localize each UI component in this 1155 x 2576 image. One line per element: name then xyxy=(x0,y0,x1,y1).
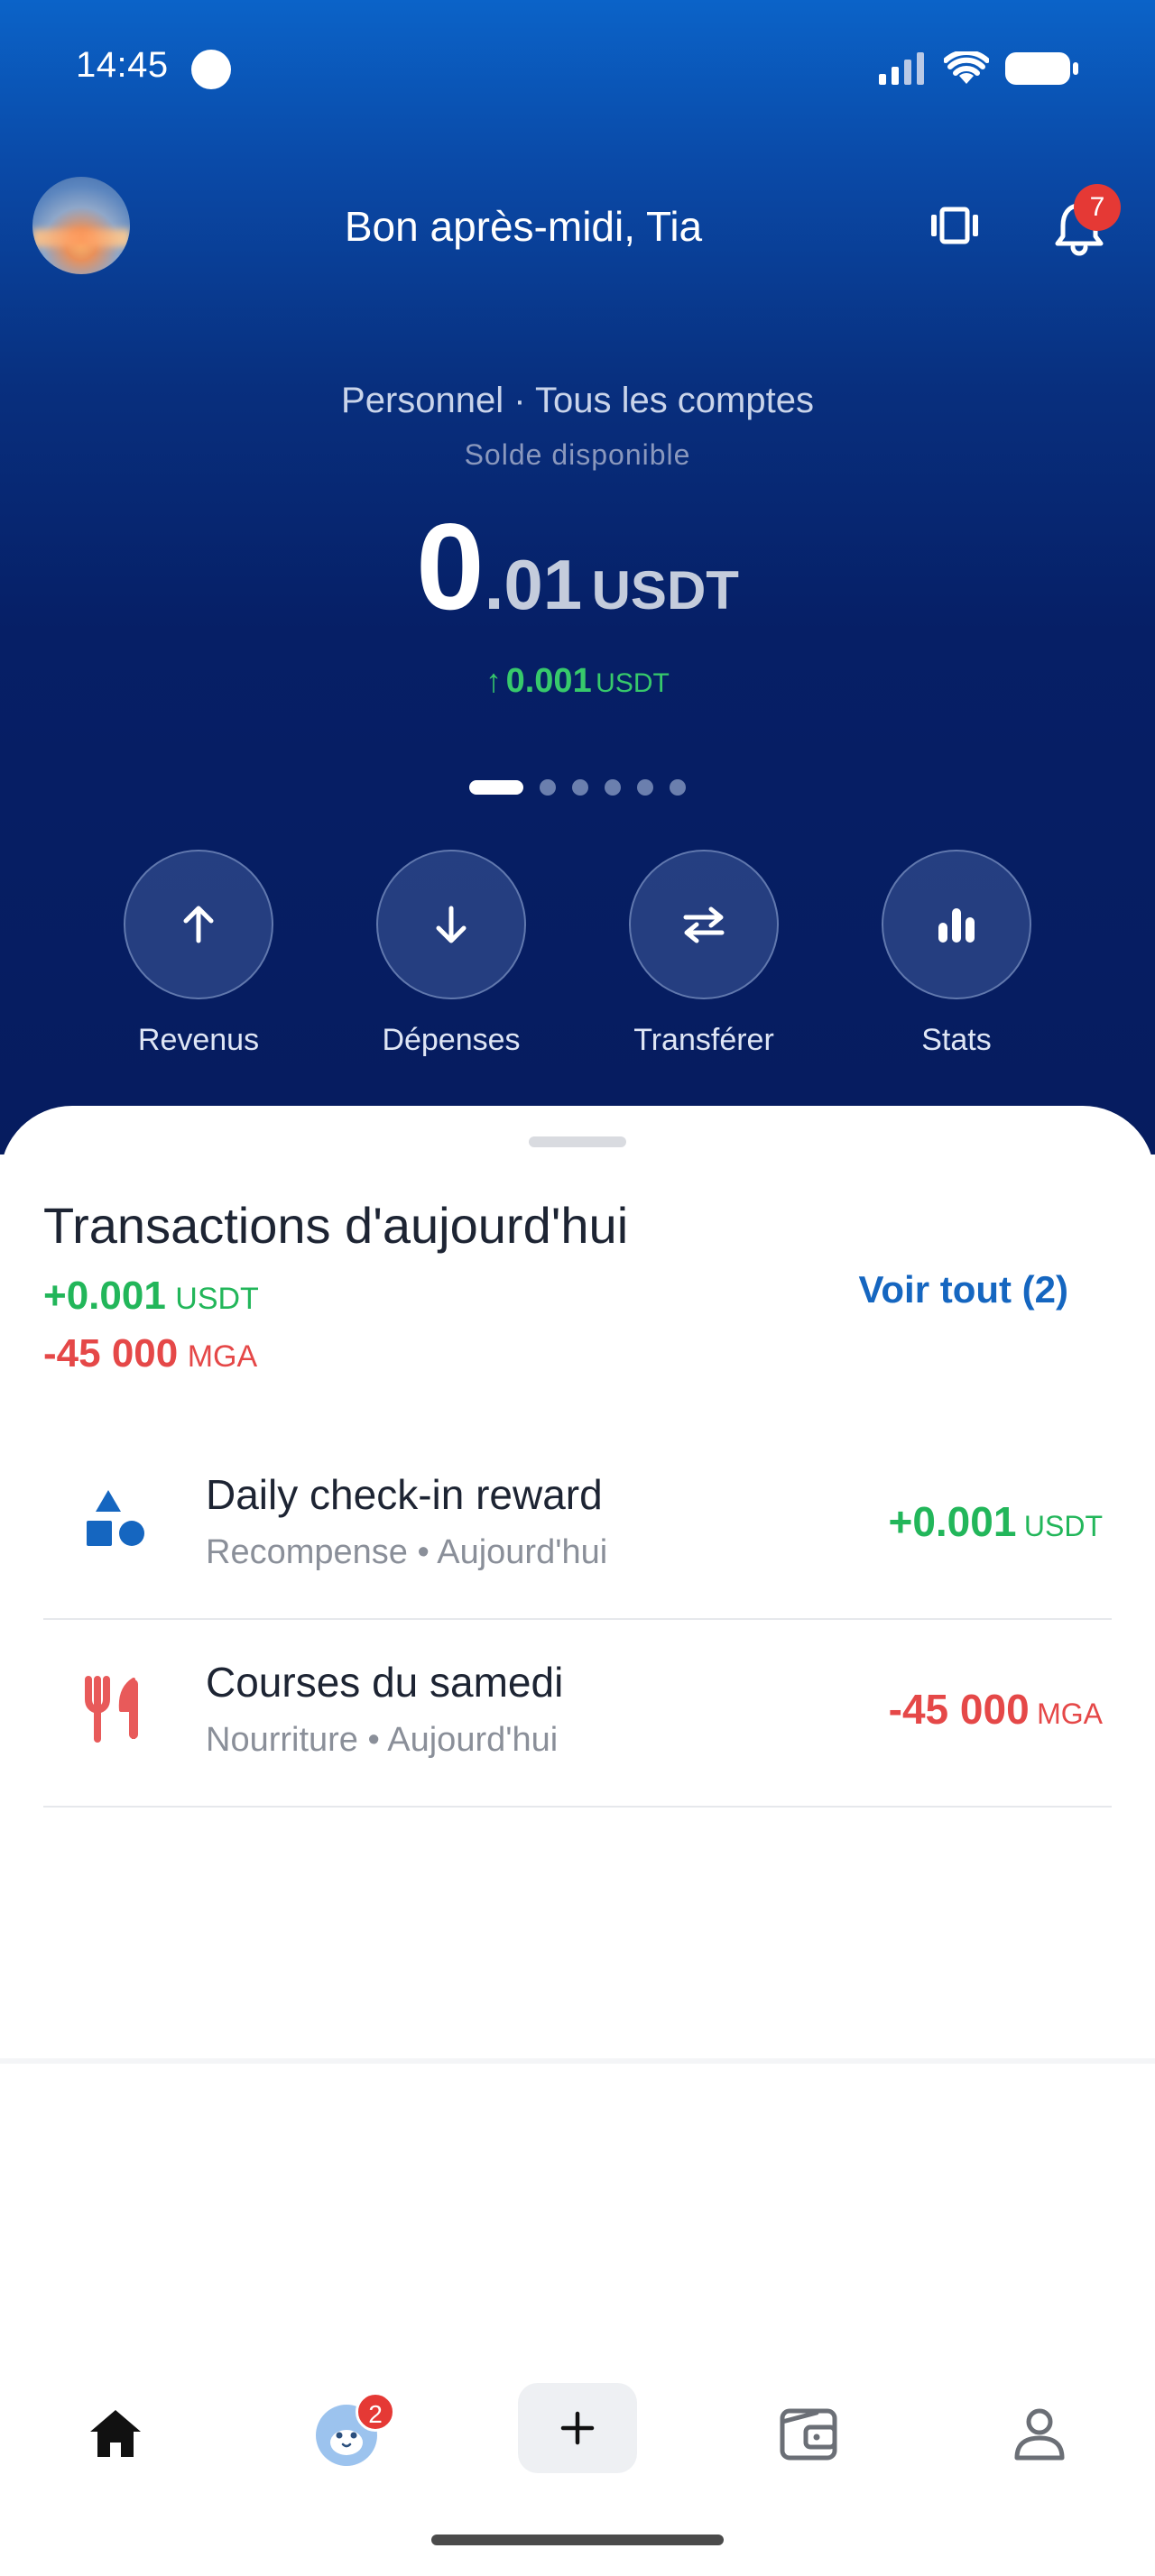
transaction-subtitle: Nourriture • Aujourd'hui xyxy=(206,1721,559,1759)
stats-label: Stats xyxy=(921,1023,992,1057)
total-mga-value: -45 000 xyxy=(43,1331,179,1375)
pager-dot[interactable] xyxy=(670,779,686,796)
see-all-link[interactable]: Voir tout (2) xyxy=(858,1268,1068,1311)
transaction-row[interactable]: Daily check-in reward Recompense • Aujou… xyxy=(43,1434,1112,1620)
wallet-icon xyxy=(780,2408,837,2461)
pager-dot[interactable] xyxy=(572,779,588,796)
pager-dot[interactable] xyxy=(540,779,556,796)
transactions-sheet: Transactions d'aujourd'hui +0.001 USDT -… xyxy=(0,1106,1155,2062)
transaction-amount: +0.001 USDT xyxy=(888,1497,1103,1546)
balance-delta: ↑ 0.001 USDT xyxy=(0,662,1155,701)
delta-currency: USDT xyxy=(596,668,670,698)
transaction-amount-value: +0.001 xyxy=(888,1498,1017,1545)
stats-circle[interactable] xyxy=(882,850,1031,999)
transaction-subtitle: Recompense • Aujourd'hui xyxy=(206,1533,608,1571)
delta-arrow-icon: ↑ xyxy=(485,662,503,699)
total-mga-currency: MGA xyxy=(187,1339,258,1374)
pager-dot[interactable] xyxy=(605,779,621,796)
expenses-label: Dépenses xyxy=(382,1023,521,1057)
bottom-nav: 2 xyxy=(0,2363,1155,2498)
pet-badge: 2 xyxy=(356,2392,395,2432)
stats-button[interactable]: Stats xyxy=(880,850,1033,1058)
delta-value: 0.001 xyxy=(505,662,592,700)
home-indicator xyxy=(431,2535,724,2545)
transactions-title: Transactions d'aujourd'hui xyxy=(43,1197,629,1254)
arrow-down-icon xyxy=(436,906,467,943)
nav-home[interactable] xyxy=(72,2390,159,2477)
income-circle[interactable] xyxy=(124,850,273,999)
balance-amount: 0.01 USDT xyxy=(0,496,1155,637)
balance-decimal: .01 xyxy=(484,545,583,624)
signal-icon xyxy=(879,52,924,85)
add-icon xyxy=(560,2411,595,2445)
transfer-button[interactable]: Transférer xyxy=(627,850,781,1058)
expenses-button[interactable]: Dépenses xyxy=(374,850,528,1058)
balance-label: Solde disponible xyxy=(464,438,691,471)
pager-dot[interactable] xyxy=(637,779,653,796)
transfer-icon xyxy=(683,906,725,943)
transaction-name: Courses du samedi xyxy=(206,1659,564,1706)
cards-icon[interactable] xyxy=(929,206,980,245)
balance-pager[interactable] xyxy=(469,779,686,796)
utensils-icon xyxy=(85,1676,138,1743)
transaction-amount: -45 000 MGA xyxy=(889,1685,1103,1734)
nav-wallet[interactable] xyxy=(765,2390,852,2477)
wifi-icon xyxy=(944,51,989,84)
total-usdt: +0.001 USDT xyxy=(43,1274,259,1319)
stats-icon xyxy=(938,908,975,943)
pager-dot-active[interactable] xyxy=(469,780,523,795)
arrow-up-icon xyxy=(183,906,214,943)
balance-integer: 0 xyxy=(416,498,485,635)
battery-icon xyxy=(1005,52,1078,85)
total-mga: -45 000 MGA xyxy=(43,1331,257,1376)
sheet-handle[interactable] xyxy=(529,1136,626,1147)
nav-add-button[interactable] xyxy=(518,2383,637,2473)
account-selector[interactable]: Personnel · Tous les comptes xyxy=(0,381,1155,421)
transaction-row[interactable]: Courses du samedi Nourriture • Aujourd'h… xyxy=(43,1622,1112,1808)
status-dot-icon xyxy=(191,50,231,89)
total-usdt-value: +0.001 xyxy=(43,1274,166,1318)
status-icons xyxy=(877,51,1079,87)
profile-icon xyxy=(1014,2408,1065,2461)
notification-badge: 7 xyxy=(1074,184,1121,231)
transaction-amount-value: -45 000 xyxy=(888,1686,1030,1733)
transaction-name: Daily check-in reward xyxy=(206,1471,603,1518)
income-button[interactable]: Revenus xyxy=(122,850,275,1058)
transfer-label: Transférer xyxy=(633,1023,774,1057)
status-time: 14:45 xyxy=(76,45,169,85)
transaction-amount-currency: MGA xyxy=(1037,1697,1103,1730)
transfer-circle[interactable] xyxy=(629,850,779,999)
balance-currency: USDT xyxy=(591,560,739,621)
nav-profile[interactable] xyxy=(996,2390,1083,2477)
transaction-amount-currency: USDT xyxy=(1023,1510,1103,1542)
shapes-icon xyxy=(87,1490,144,1546)
total-usdt-currency: USDT xyxy=(175,1282,259,1316)
home-icon xyxy=(90,2410,141,2457)
expenses-circle[interactable] xyxy=(376,850,526,999)
greeting: Bon après-midi, Tia xyxy=(344,203,703,250)
income-label: Revenus xyxy=(137,1023,260,1057)
sheet-divider xyxy=(0,2058,1155,2064)
